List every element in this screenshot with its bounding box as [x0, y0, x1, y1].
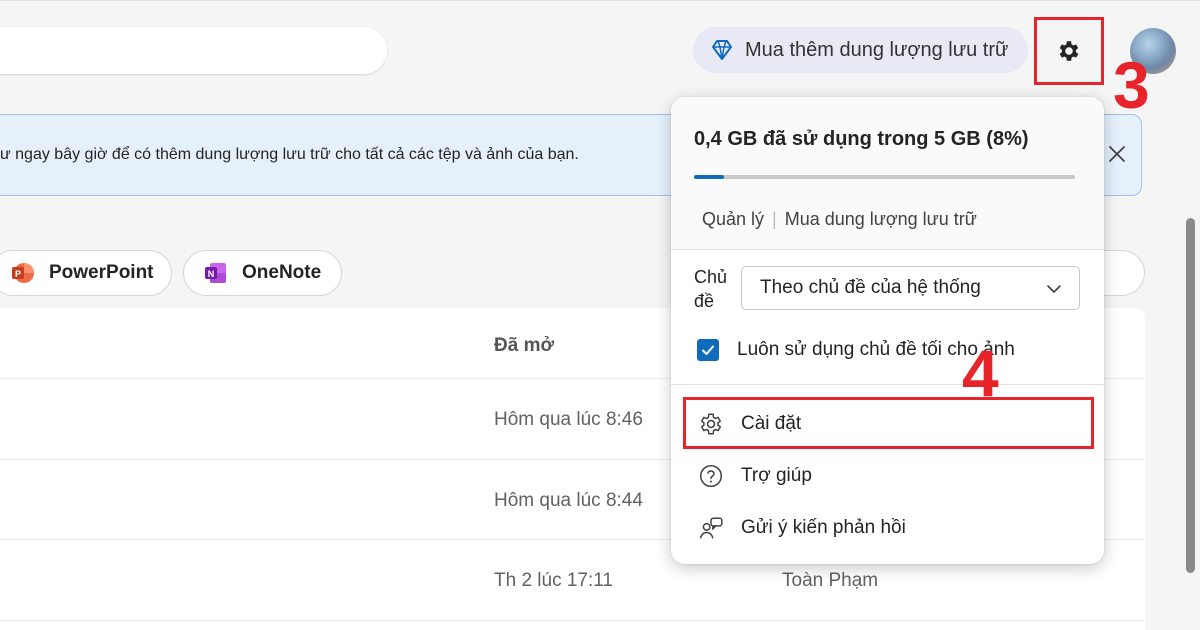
- filter-onenote-label: OneNote: [242, 262, 322, 283]
- filter-powerpoint[interactable]: P PowerPoint: [0, 250, 172, 296]
- banner-text: ư ngay bây giờ để có thêm dung lượng lưu…: [0, 146, 579, 163]
- row-divider: [0, 620, 1145, 621]
- svg-text:N: N: [208, 269, 215, 279]
- powerpoint-icon: P: [11, 261, 35, 285]
- onenote-icon: N: [204, 261, 228, 285]
- column-header-opened[interactable]: Đã mở: [494, 335, 554, 357]
- buy-storage-label: Mua thêm dung lượng lưu trữ: [745, 38, 1009, 61]
- search-input[interactable]: [0, 27, 387, 74]
- dark-theme-checkbox[interactable]: [697, 339, 719, 361]
- theme-select-value: Theo chủ đề của hệ thống: [760, 277, 981, 298]
- settings-item-highlight: [683, 397, 1094, 449]
- settings-menu: 0,4 GB đã sử dụng trong 5 GB (8%) Quản l…: [671, 97, 1104, 564]
- diamond-icon: [709, 37, 735, 63]
- link-separator: |: [772, 209, 777, 229]
- feedback-icon: [698, 515, 724, 541]
- buy-storage-button[interactable]: Mua thêm dung lượng lưu trữ: [693, 27, 1028, 73]
- menu-item-help-label: Trợ giúp: [741, 465, 812, 486]
- step-number-3: 3: [1113, 48, 1150, 122]
- gear-icon: [1056, 38, 1082, 64]
- storage-usage-fill: [694, 175, 725, 179]
- close-icon[interactable]: [1106, 143, 1128, 165]
- menu-item-help[interactable]: Trợ giúp: [671, 454, 1104, 498]
- file-opened-time: Hôm qua lúc 8:46: [494, 409, 643, 430]
- storage-usage-text: 0,4 GB đã sử dụng trong 5 GB (8%): [694, 128, 1029, 150]
- storage-usage-bar: [694, 175, 1075, 179]
- menu-item-feedback-label: Gửi ý kiến phản hồi: [741, 517, 906, 538]
- scrollbar[interactable]: [1186, 218, 1195, 573]
- svg-text:P: P: [15, 269, 21, 279]
- step-number-4: 4: [962, 336, 999, 410]
- buy-storage-link[interactable]: Mua dung lượng lưu trữ: [785, 209, 977, 230]
- help-circle-icon: [698, 463, 724, 489]
- filter-onenote[interactable]: N OneNote: [183, 250, 342, 296]
- checkmark-icon: [702, 345, 714, 355]
- storage-links: Quản lý | Mua dung lượng lưu trữ: [702, 209, 977, 230]
- chevron-down-icon: [1045, 280, 1063, 298]
- file-owner: Toàn Phạm: [782, 570, 879, 591]
- file-opened-time: Hôm qua lúc 8:44: [494, 490, 643, 511]
- top-divider: [0, 0, 1200, 1]
- settings-gear-button[interactable]: [1034, 17, 1104, 85]
- menu-divider: [671, 384, 1104, 385]
- manage-storage-link[interactable]: Quản lý: [702, 209, 764, 230]
- filter-powerpoint-label: PowerPoint: [49, 262, 154, 283]
- theme-select[interactable]: Theo chủ đề của hệ thống: [741, 266, 1080, 310]
- menu-item-feedback[interactable]: Gửi ý kiến phản hồi: [671, 506, 1104, 550]
- file-opened-time: Th 2 lúc 17:11: [494, 570, 614, 591]
- onedrive-page: Mua thêm dung lượng lưu trữ 3 ư ngay bây…: [0, 0, 1200, 630]
- theme-label: Chủ đề: [694, 267, 728, 311]
- menu-divider: [671, 249, 1104, 250]
